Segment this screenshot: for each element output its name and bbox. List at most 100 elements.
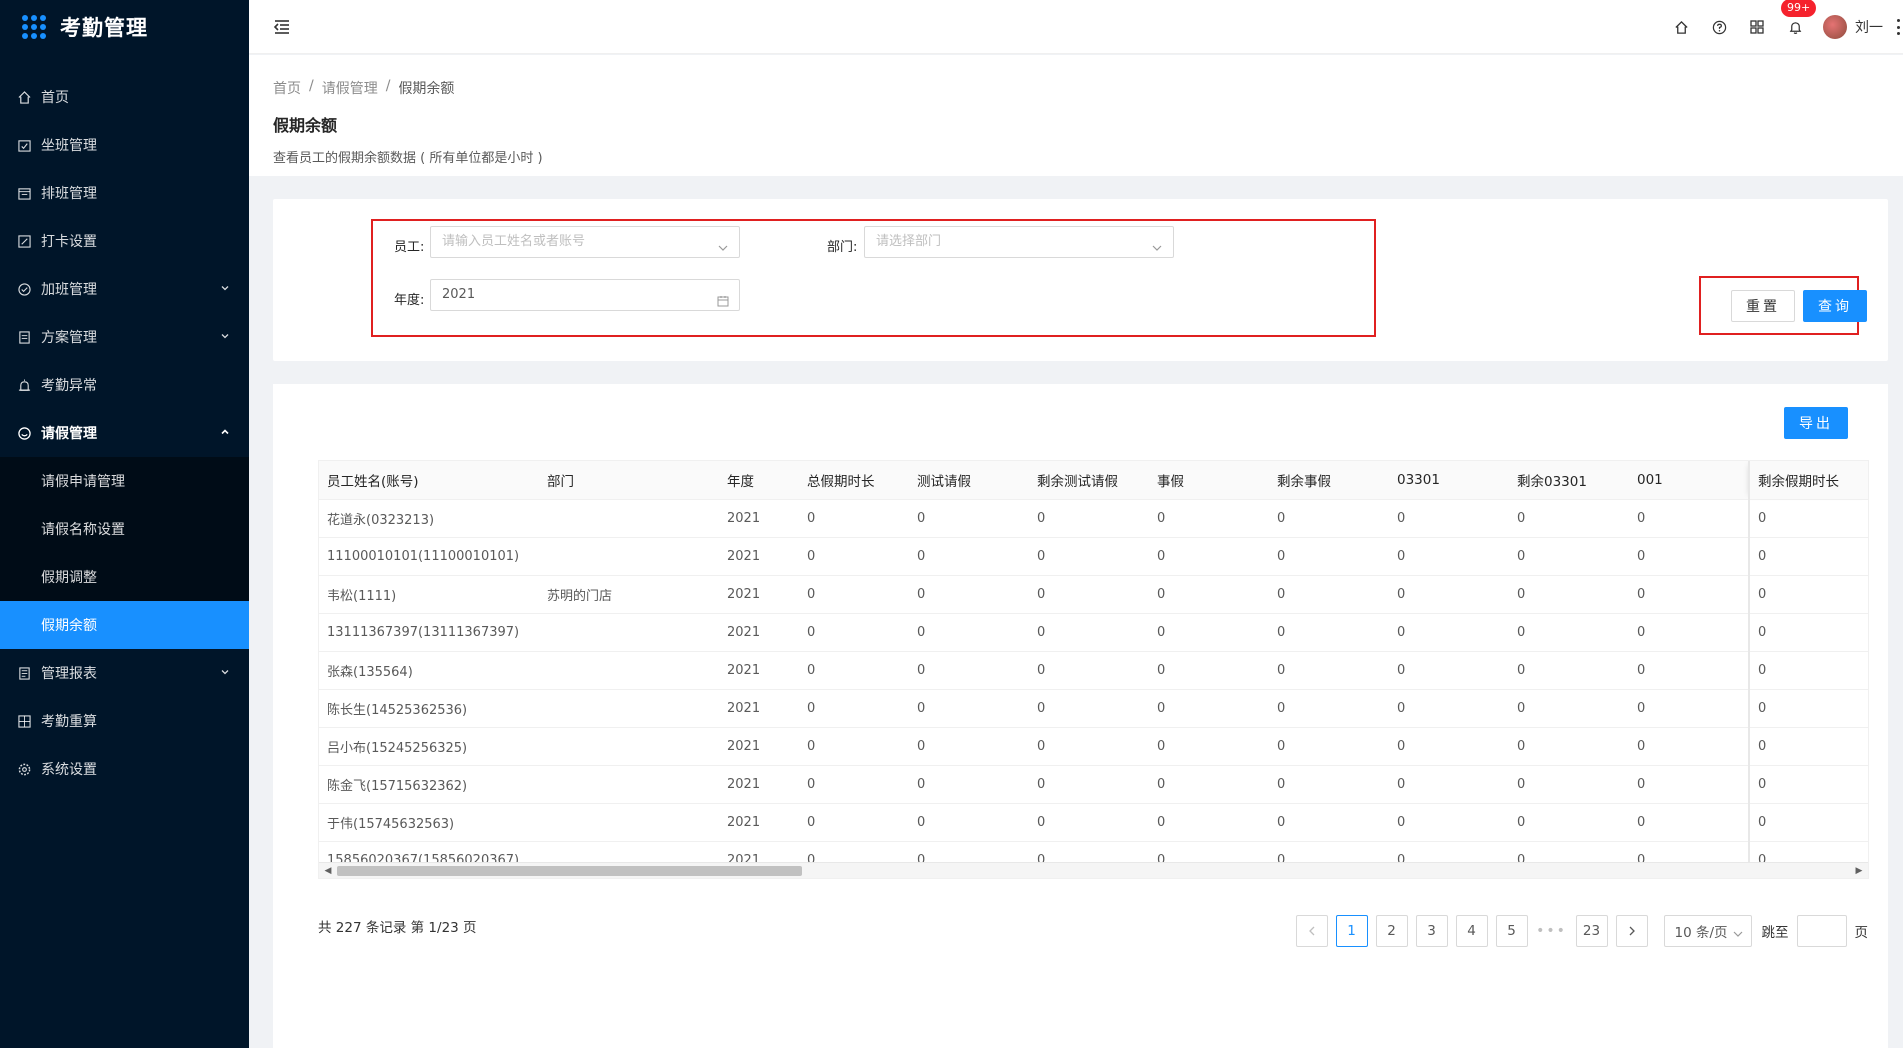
- apps-icon[interactable]: [1749, 19, 1765, 35]
- clock-icon: [17, 282, 31, 296]
- scroll-left-icon[interactable]: ◀: [323, 866, 333, 876]
- table-cell: 0: [799, 613, 909, 652]
- jump-label: 跳至: [1761, 925, 1789, 941]
- column-header: 001: [1629, 461, 1749, 500]
- table-cell: 0: [1389, 803, 1509, 842]
- page-last-button[interactable]: 23: [1575, 915, 1608, 947]
- notification-bell-icon[interactable]: 99+: [1781, 0, 1817, 35]
- table-body: 花道永(0323213) 2021 0 0 0 0 0 0 0 0 0 11100010101(111…: [319, 499, 1868, 878]
- table-card: 导出 员工姓名(账号) 部门 年度 总假期时长 测试请假 剩余测试请假 事假 剩余事假 0330…: [273, 384, 1888, 1048]
- sidebar-item-label: 考勤异常: [41, 378, 97, 394]
- sidebar-item-leave-apply[interactable]: 请假申请管理: [0, 457, 249, 505]
- table-cell: 0: [1029, 765, 1149, 804]
- table-cell: 0: [1748, 689, 1868, 728]
- table-cell: 2021: [719, 651, 799, 690]
- table-cell: 韦松(1111): [319, 575, 539, 614]
- page-size-select[interactable]: 10 条/页: [1663, 915, 1752, 947]
- pagination: 12345 ••• 23 10 条/页 跳至 页: [1288, 915, 1868, 947]
- menu-fold-icon[interactable]: [273, 18, 291, 36]
- balance-table: 员工姓名(账号) 部门 年度 总假期时长 测试请假 剩余测试请假 事假 剩余事假 03301 剩余…: [319, 461, 1868, 878]
- table-cell: 花道永(0323213): [319, 499, 539, 538]
- query-button[interactable]: 查询: [1803, 290, 1867, 322]
- table-cell: 0: [1629, 689, 1749, 728]
- table-cell: 0: [909, 613, 1029, 652]
- table-cell: 2021: [719, 689, 799, 728]
- chevron-down-icon: [717, 236, 729, 251]
- home-icon[interactable]: [1673, 19, 1689, 35]
- sidebar-item-leave[interactable]: 请假管理: [0, 409, 249, 457]
- prev-page-button[interactable]: [1295, 915, 1328, 947]
- sidebar-item-overtime[interactable]: 加班管理: [0, 265, 249, 313]
- table-cell: 2021: [719, 765, 799, 804]
- sidebar-item-punch[interactable]: 打卡设置: [0, 217, 249, 265]
- username[interactable]: 刘一: [1855, 17, 1883, 37]
- column-header: 测试请假: [909, 461, 1029, 500]
- sidebar-item-plan[interactable]: 方案管理: [0, 313, 249, 361]
- sidebar-item-recalc[interactable]: 考勤重算: [0, 697, 249, 745]
- scrollbar-thumb[interactable]: [337, 866, 802, 876]
- table-cell: 0: [1509, 803, 1629, 842]
- sidebar-item-leave-adjust[interactable]: 假期调整: [0, 553, 249, 601]
- table-cell: 0: [909, 575, 1029, 614]
- table-cell: 陈金飞(15715632362): [319, 765, 539, 804]
- breadcrumb-leave[interactable]: 请假管理: [322, 78, 378, 98]
- jump-page-input[interactable]: [1796, 915, 1847, 947]
- table-cell: 0: [799, 689, 909, 728]
- year-label: 年度:: [394, 293, 425, 308]
- sidebar-item-leave-name[interactable]: 请假名称设置: [0, 505, 249, 553]
- sidebar-item-settings[interactable]: 系统设置: [0, 745, 249, 793]
- sidebar-item-label: 考勤重算: [41, 714, 97, 730]
- sidebar-item-exception[interactable]: 考勤异常: [0, 361, 249, 409]
- column-header: 员工姓名(账号): [319, 461, 539, 500]
- table-cell: 0: [1029, 613, 1149, 652]
- table-cell: 0: [909, 765, 1029, 804]
- reset-button[interactable]: 重置: [1731, 290, 1795, 322]
- table-cell: 0: [909, 727, 1029, 766]
- sidebar-item-reports[interactable]: 管理报表: [0, 649, 249, 697]
- user-avatar[interactable]: [1823, 15, 1847, 39]
- table-cell: 0: [1269, 727, 1389, 766]
- table-cell: 0: [1748, 499, 1868, 538]
- app-logo[interactable]: 考勤管理: [0, 0, 249, 54]
- department-label: 部门:: [827, 240, 858, 255]
- employee-select[interactable]: 请输入员工姓名或者账号: [430, 226, 740, 258]
- page-5-button[interactable]: 5: [1495, 915, 1528, 947]
- chevron-down-icon: [219, 330, 231, 342]
- scroll-right-icon[interactable]: ▶: [1854, 866, 1864, 876]
- column-header: 部门: [539, 461, 719, 500]
- home-icon: [17, 90, 31, 104]
- table-cell: 2021: [719, 499, 799, 538]
- table-cell: 0: [1389, 651, 1509, 690]
- table-cell: 0: [1389, 499, 1509, 538]
- sidebar-item-home[interactable]: 首页: [0, 73, 249, 121]
- export-button[interactable]: 导出: [1784, 407, 1848, 439]
- table-row: 花道永(0323213) 2021 0 0 0 0 0 0 0 0 0: [319, 499, 1868, 538]
- more-vertical-icon[interactable]: [1897, 19, 1901, 35]
- help-icon[interactable]: [1711, 19, 1727, 35]
- sidebar: 考勤管理 首页坐班管理 排班管理 打卡设置 加班管理 方案管理考勤异常请假管理请假申请管…: [0, 0, 249, 1048]
- horizontal-scrollbar[interactable]: ◀ ▶: [319, 862, 1868, 878]
- table-cell: 0: [1509, 613, 1629, 652]
- page-ellipsis[interactable]: •••: [1536, 923, 1568, 939]
- breadcrumb-home[interactable]: 首页: [273, 78, 301, 98]
- gear-icon: [17, 762, 31, 776]
- page-4-button[interactable]: 4: [1455, 915, 1488, 947]
- table-cell: 0: [1149, 727, 1269, 766]
- sidebar-item-label: 首页: [41, 90, 69, 106]
- table-header-row: 员工姓名(账号) 部门 年度 总假期时长 测试请假 剩余测试请假 事假 剩余事假 03301 剩余…: [319, 461, 1868, 500]
- table-cell: 2021: [719, 727, 799, 766]
- department-select[interactable]: 请选择部门: [864, 226, 1174, 258]
- page-1-button[interactable]: 1: [1335, 915, 1368, 947]
- table-cell: 0: [1269, 803, 1389, 842]
- next-page-button[interactable]: [1615, 915, 1648, 947]
- sidebar-item-leave-balance[interactable]: 假期余额: [0, 601, 249, 649]
- sidebar-item-label: 请假管理: [41, 426, 97, 442]
- page-3-button[interactable]: 3: [1415, 915, 1448, 947]
- year-picker[interactable]: 2021: [430, 279, 740, 311]
- sidebar-item-desk[interactable]: 坐班管理: [0, 121, 249, 169]
- table-cell: 0: [1029, 727, 1149, 766]
- sidebar-item-shift[interactable]: 排班管理: [0, 169, 249, 217]
- page-2-button[interactable]: 2: [1375, 915, 1408, 947]
- calendar-icon: [717, 289, 729, 307]
- table-cell: 0: [1149, 689, 1269, 728]
